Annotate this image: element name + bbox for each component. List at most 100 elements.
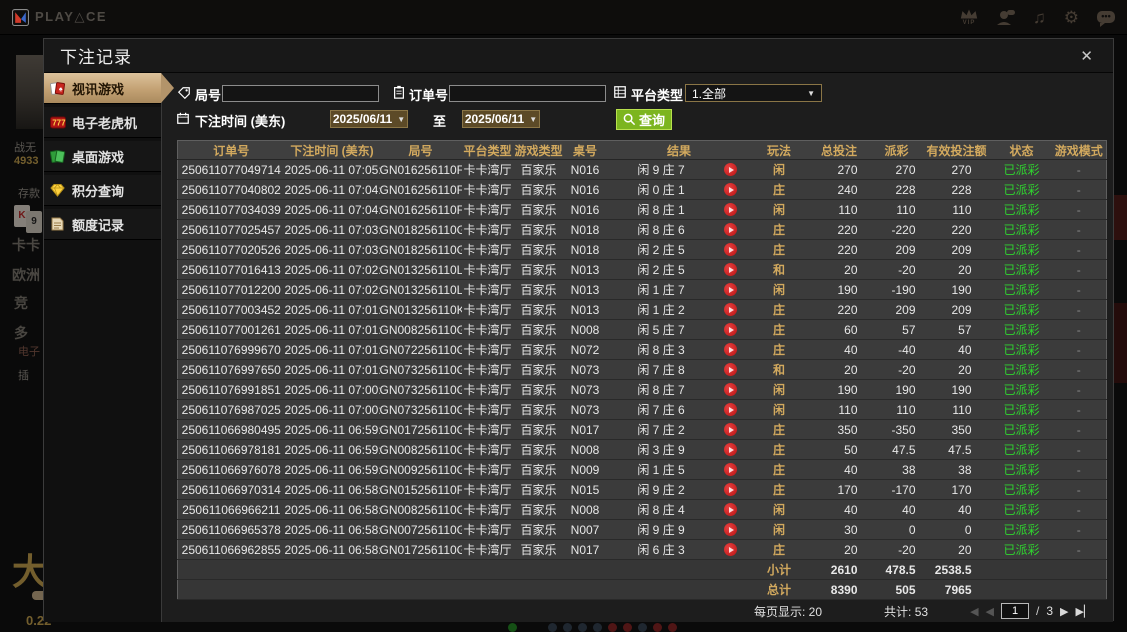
play-video-button[interactable]	[723, 423, 737, 436]
cell-result: 闲 9 庄 2	[606, 479, 752, 500]
play-video-button[interactable]	[723, 443, 737, 456]
cell-bet-time: 2025-06-11 07:01:46	[284, 299, 380, 320]
cell-platform: 卡卡湾厅	[461, 519, 514, 540]
cell-order-id: 250611076999670	[177, 339, 285, 360]
sidebar-item-slots[interactable]: 777 电子老虎机	[44, 107, 161, 138]
play-video-button[interactable]	[723, 343, 737, 356]
cell-play-type: 闲	[751, 499, 807, 520]
search-button[interactable]: 查询	[616, 109, 673, 130]
table-row: 2506110769918512025-06-11 07:00:48GN0732…	[177, 379, 1107, 400]
playing-card-icon: 9	[26, 211, 42, 233]
table-row: 2506110669628552025-06-11 06:58:11GN0172…	[177, 539, 1107, 560]
cell-result: 闲 5 庄 7	[606, 319, 752, 340]
cell-valid-bet: 170	[921, 479, 992, 500]
sidebar-item-points[interactable]: 积分查询	[44, 175, 161, 206]
cell-order-id: 250611077012200	[177, 279, 285, 300]
order-number-input[interactable]	[449, 85, 606, 102]
cell-play-type: 闲	[751, 399, 807, 420]
cell-status: 已派彩	[991, 499, 1052, 520]
result-text: 闲 9 庄 7	[637, 163, 685, 177]
cell-order-id: 250611077034039	[177, 199, 285, 220]
play-video-button[interactable]	[723, 163, 737, 176]
sum-spacer	[177, 579, 752, 600]
sum-label: 小计	[751, 559, 807, 580]
cell-total-bet: 20	[806, 539, 872, 560]
sum-valid-bet: 2538.5	[921, 559, 992, 580]
play-video-button[interactable]	[723, 263, 737, 276]
chevron-down-icon: ▼	[397, 114, 406, 124]
cell-play-type: 庄	[751, 219, 807, 240]
bg-username: 战无	[14, 142, 36, 154]
play-video-button[interactable]	[723, 183, 737, 196]
prev-page-icon[interactable]: ◀	[986, 605, 994, 618]
platform-type-select[interactable]: 1.全部 ▼	[685, 84, 822, 102]
first-page-icon[interactable]: ◀	[970, 605, 978, 618]
platform-type-value: 1.全部	[692, 86, 727, 101]
play-video-button[interactable]	[723, 203, 737, 216]
sidebar-item-label: 视讯游戏	[72, 81, 125, 97]
column-header: 状态	[991, 140, 1052, 160]
result-text: 闲 8 庄 7	[637, 383, 685, 397]
cell-play-type: 和	[751, 359, 807, 380]
sidebar-item-video-games[interactable]: ♠ 视讯游戏	[44, 73, 174, 104]
sidebar-item-table-games[interactable]: 桌面游戏	[44, 141, 161, 172]
cell-valid-bet: 40	[921, 339, 992, 360]
page-total: 3	[1046, 604, 1054, 618]
column-header: 派彩	[871, 140, 922, 160]
cell-result: 闲 2 庄 5	[606, 239, 752, 260]
result-text: 闲 8 庄 3	[637, 343, 685, 357]
playace-logo: PLAY△CE	[12, 8, 107, 26]
chat-icon[interactable]: •••	[1097, 11, 1115, 27]
play-video-button[interactable]	[723, 323, 737, 336]
bg-menu-item: 多	[14, 325, 28, 341]
vip-icon[interactable]: VIP	[960, 8, 978, 26]
sidebar-item-quota-records[interactable]: 额度记录	[44, 209, 161, 240]
cell-result: 闲 7 庄 8	[606, 359, 752, 380]
play-video-button[interactable]	[723, 403, 737, 416]
cell-round-id: GN008256110G3	[379, 499, 462, 520]
cell-bet-time: 2025-06-11 07:00:20	[284, 399, 380, 420]
cell-game-mode: -	[1051, 219, 1107, 240]
cell-round-id: GN009256110GR	[379, 459, 462, 480]
play-video-button[interactable]	[723, 243, 737, 256]
play-video-button[interactable]	[723, 303, 737, 316]
table-row: 2506110669804952025-06-11 06:59:48GN0172…	[177, 419, 1107, 440]
music-icon[interactable]: ♫	[1033, 9, 1046, 26]
play-video-button[interactable]	[723, 283, 737, 296]
cell-total-bet: 110	[806, 199, 872, 220]
column-header: 游戏模式	[1051, 140, 1107, 160]
round-number-input[interactable]	[222, 85, 379, 102]
cell-game-mode: -	[1051, 299, 1107, 320]
bet-records-table: 订单号 下注时间 (美东) 局号 平台类型 游戏类型 桌号 结果 玩法 总投注 派彩 有效投注额 状态…	[177, 140, 1107, 600]
next-page-icon[interactable]: ▶	[1060, 605, 1068, 618]
play-video-button[interactable]	[723, 383, 737, 396]
modal-title: 下注记录	[60, 48, 132, 67]
close-icon[interactable]: ✕	[1076, 45, 1097, 67]
cell-payout: 190	[871, 379, 922, 400]
settings-icon[interactable]: ⚙	[1064, 9, 1079, 26]
play-video-button[interactable]	[723, 363, 737, 376]
cell-bet-time: 2025-06-11 07:01:18	[284, 359, 380, 380]
cell-round-id: GN018256110GB	[379, 239, 462, 260]
play-video-button[interactable]	[723, 543, 737, 556]
cell-round-id: GN013256110KZ	[379, 299, 462, 320]
support-icon[interactable]	[996, 9, 1015, 26]
cell-valid-bet: 209	[921, 299, 992, 320]
cell-game-type: 百家乐	[513, 419, 564, 440]
cell-valid-bet: 209	[921, 239, 992, 260]
cell-game-type: 百家乐	[513, 279, 564, 300]
play-video-button[interactable]	[723, 223, 737, 236]
last-page-icon[interactable]: ▶▏	[1076, 605, 1093, 618]
cell-play-type: 和	[751, 259, 807, 280]
play-video-button[interactable]	[723, 503, 737, 516]
svg-text:777: 777	[52, 118, 66, 127]
page-number-input[interactable]	[1001, 603, 1029, 619]
play-video-button[interactable]	[723, 523, 737, 536]
modal-content: 局号 订单号 平台类型 1.全部 ▼ 下注时间 (美东) 2025/06/11 …	[162, 73, 1113, 622]
date-from-picker[interactable]: 2025/06/11 ▼	[330, 110, 408, 128]
play-video-button[interactable]	[723, 463, 737, 476]
sum-spacer	[991, 579, 1107, 600]
play-video-button[interactable]	[723, 483, 737, 496]
cell-table-no: N018	[563, 219, 607, 240]
date-to-picker[interactable]: 2025/06/11 ▼	[462, 110, 540, 128]
